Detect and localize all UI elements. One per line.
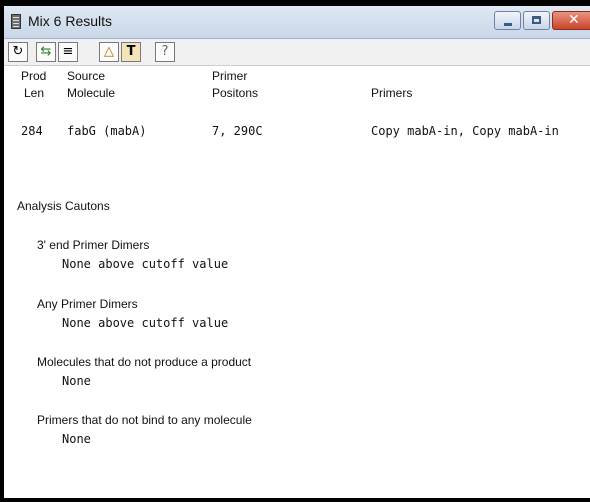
report-button[interactable]: ≡ [58, 42, 78, 62]
minimize-button[interactable] [494, 11, 521, 30]
primer-icon: T [126, 44, 136, 59]
section-title: Any Primer Dimers [37, 297, 138, 311]
section-value: None [62, 432, 91, 446]
col-header-positions: Positons [212, 86, 259, 100]
window-title: Mix 6 Results [28, 13, 113, 29]
results-window: Mix 6 Results ✕ ↻ ⇆ ≡ △ T ? Prod Len Sou… [0, 0, 590, 502]
col-header-source: Source [67, 69, 106, 83]
section-value: None above cutoff value [62, 257, 229, 271]
minimize-icon [504, 23, 512, 26]
help-button[interactable]: ? [155, 42, 175, 62]
document-app-icon [11, 14, 21, 29]
warnings-button[interactable]: △ [99, 42, 119, 62]
refresh-icon: ↻ [12, 44, 24, 59]
warning-icon: △ [104, 44, 114, 59]
align-icon: ⇆ [40, 44, 52, 59]
section-title: 3' end Primer Dimers [37, 238, 150, 252]
maximize-button[interactable] [523, 11, 550, 30]
caption-buttons: ✕ [492, 11, 590, 31]
col-header-prod: Prod [21, 69, 47, 83]
align-button[interactable]: ⇆ [36, 42, 56, 62]
help-icon: ? [161, 44, 169, 59]
source-cell: fabG (mabA) [67, 124, 147, 138]
analysis-heading: Analysis Cautons [17, 199, 110, 213]
col-header-primer: Primer [212, 69, 248, 83]
maximize-icon [532, 16, 541, 24]
col-header-molecule: Molecule [67, 86, 116, 100]
positions-cell: 7, 290C [212, 124, 263, 138]
primer-button[interactable]: T [121, 42, 141, 62]
close-icon: ✕ [568, 12, 580, 28]
section-title: Molecules that do not produce a product [37, 355, 252, 369]
prod-len-cell: 284 [21, 124, 43, 138]
col-header-primers: Primers [371, 86, 413, 100]
close-button[interactable]: ✕ [552, 11, 590, 30]
refresh-button[interactable]: ↻ [8, 42, 28, 62]
toolbar: ↻ ⇆ ≡ △ T ? [4, 39, 590, 66]
col-header-len: Len [24, 86, 45, 100]
title-bar[interactable]: Mix 6 Results ✕ [4, 6, 590, 39]
section-title: Primers that do not bind to any molecule [37, 413, 252, 427]
primers-cell: Copy mabA-in, Copy mabA-in [371, 124, 559, 138]
section-value: None [62, 374, 91, 388]
section-value: None above cutoff value [62, 316, 229, 330]
document-icon: ≡ [62, 44, 74, 59]
